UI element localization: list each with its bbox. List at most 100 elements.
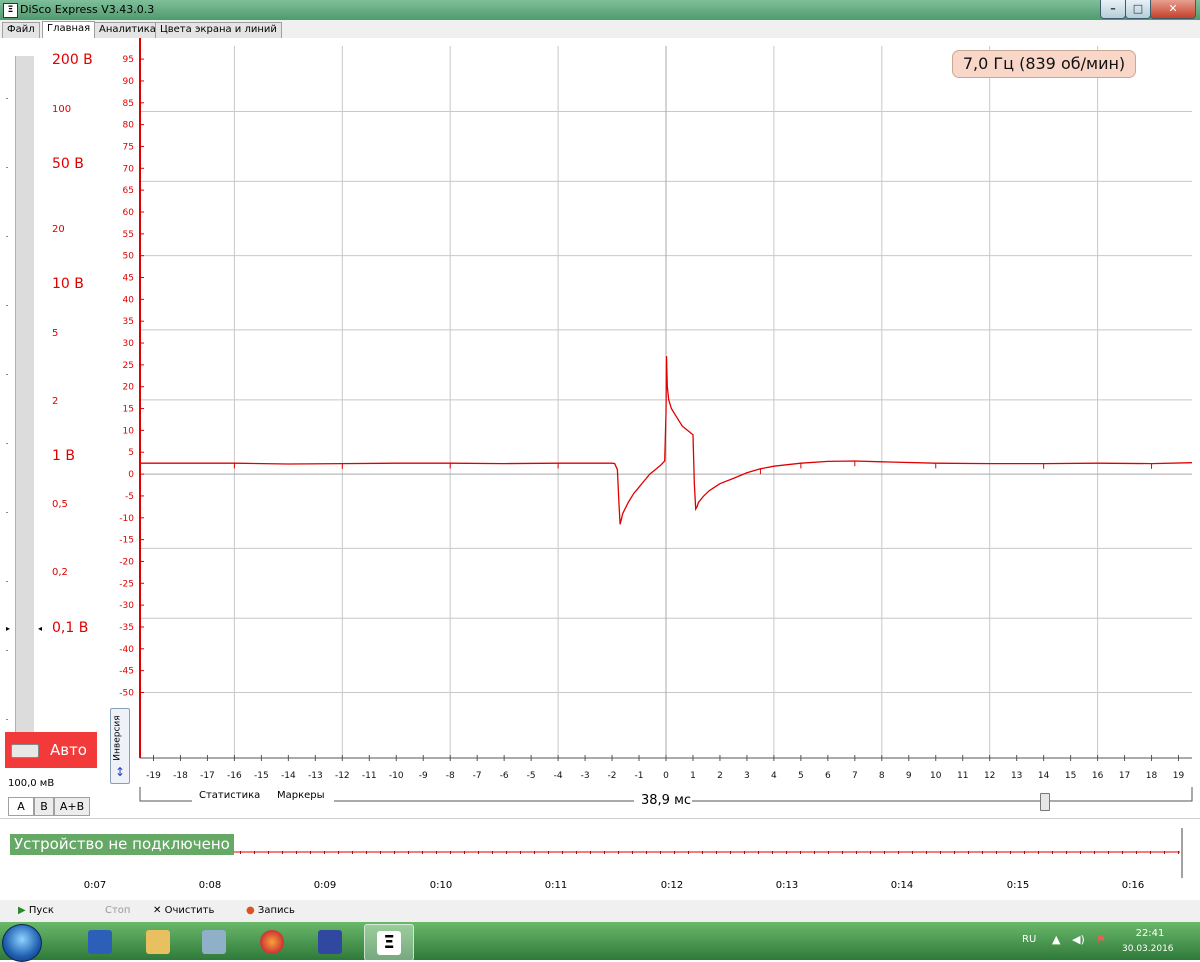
y-tick-label: -20 (119, 557, 134, 567)
overview-sample-mark (590, 851, 591, 854)
close-button[interactable]: ✕ (1150, 0, 1196, 19)
tray-language[interactable]: RU (1022, 934, 1036, 945)
overview-tick-label: 0:11 (544, 880, 568, 891)
overview-sample-mark (352, 851, 353, 854)
clear-button[interactable]: ✕ Очистить (153, 905, 214, 916)
voltage-scale-label[interactable]: 0,1 В (52, 620, 88, 636)
disco-icon: Ξ (377, 931, 401, 955)
overview-sample-mark (1108, 851, 1109, 854)
taskbar-disco[interactable]: Ξ (364, 924, 414, 961)
folder-icon (146, 930, 170, 954)
x-tick-label: -6 (500, 771, 509, 781)
tab-file[interactable]: Файл (2, 22, 40, 38)
overview-sample-mark (450, 851, 451, 854)
overview-tick-label: 0:12 (660, 880, 684, 891)
y-tick-label: 60 (123, 208, 135, 218)
y-tick-label: 5 (128, 448, 134, 458)
statistics-button[interactable]: Статистика (199, 790, 260, 801)
overview-sample-mark (912, 851, 913, 854)
tray-date[interactable]: 30.03.2016 (1122, 944, 1174, 954)
voltage-scale-label[interactable]: 1 В (52, 448, 75, 464)
timebase-value: 38,9 мс (640, 793, 693, 808)
y-tick-label: 90 (123, 77, 135, 87)
start-button[interactable]: ▶ Пуск (18, 905, 54, 916)
y-tick-label: 25 (123, 361, 134, 371)
y-tick-label: -45 (119, 667, 134, 677)
stop-button[interactable]: Стоп (105, 905, 130, 916)
maximize-button[interactable]: □ (1125, 0, 1151, 19)
tray-expand-icon[interactable]: ▲ (1052, 933, 1060, 946)
overview-tick-label: 0:09 (313, 880, 337, 891)
overview-sample-mark (968, 851, 969, 854)
overview-sample-mark (366, 851, 367, 854)
minimize-button[interactable]: – (1100, 0, 1126, 19)
level-marker-right-icon: ◂ (38, 624, 43, 633)
overview-sample-mark (1122, 851, 1123, 854)
voltage-scale-label[interactable]: 0,5 (52, 499, 68, 510)
x-tick-label: 18 (1146, 771, 1158, 781)
tab-colors[interactable]: Цвета экрана и линий (155, 22, 282, 38)
overview-sample-mark (1150, 851, 1151, 854)
slider-tick (6, 443, 8, 444)
voltage-scale-label[interactable]: 10 В (52, 276, 84, 292)
voltage-slider-track[interactable] (15, 56, 35, 746)
overview-sample-mark (394, 851, 395, 854)
voltage-scale-label[interactable]: 2 (52, 396, 58, 407)
tab-analytics[interactable]: Аналитика (94, 22, 161, 38)
channel-tab-a[interactable]: A (8, 797, 34, 816)
inversion-label: Инверсия (112, 715, 123, 761)
x-tick-label: 6 (825, 771, 831, 781)
x-tick-label: -15 (254, 771, 269, 781)
taskbar-firefox[interactable] (248, 924, 296, 959)
x-tick-label: 12 (984, 771, 995, 781)
frequency-readout: 7,0 Гц (839 об/мин) (952, 50, 1136, 78)
voltage-scale-label[interactable]: 20 (52, 224, 65, 235)
taskbar-network[interactable] (190, 924, 238, 959)
taskbar-word[interactable] (76, 924, 124, 959)
network-status-icon[interactable]: ⚑ (1096, 933, 1106, 946)
slider-tick (6, 581, 8, 582)
channel-tab-b[interactable]: B (34, 797, 54, 816)
overview-sample-mark (1010, 851, 1011, 854)
tab-main[interactable]: Главная (42, 21, 96, 39)
y-tick-label: -5 (125, 492, 134, 502)
voltage-slider-thumb[interactable] (11, 744, 39, 758)
updown-arrow-icon: ↕ (115, 765, 126, 779)
tray-clock[interactable]: 22:41 (1130, 928, 1170, 939)
x-tick-label: -14 (281, 771, 296, 781)
overview-sample-mark (296, 851, 297, 854)
record-icon: ● (246, 905, 255, 916)
taskbar-save[interactable] (306, 924, 354, 959)
overview-sample-mark (800, 851, 801, 854)
word-icon (88, 930, 112, 954)
oscillogram-chart[interactable]: 95908580757065605550454035302520151050-5… (104, 38, 1200, 808)
record-label: Запись (257, 905, 295, 916)
voltage-scale-label[interactable]: 0,2 (52, 567, 68, 578)
y-tick-label: 95 (123, 55, 134, 65)
taskbar-explorer[interactable] (134, 924, 182, 959)
y-tick-label: -15 (119, 536, 134, 546)
ribbon-tabs: Файл Главная Аналитика Цвета экрана и ли… (0, 20, 1200, 39)
overview-sample-mark (646, 851, 647, 854)
voltage-scale-label[interactable]: 200 В (52, 52, 93, 68)
y-tick-label: -50 (119, 688, 134, 698)
clear-label: Очистить (164, 905, 215, 916)
volume-icon[interactable]: ◀) (1072, 933, 1085, 946)
app-icon: Ξ (3, 3, 18, 18)
windows-start-button[interactable] (2, 924, 42, 962)
overview-sample-mark (254, 851, 255, 854)
voltage-scale-label[interactable]: 100 (52, 104, 71, 115)
record-button[interactable]: ● Запись (246, 905, 295, 916)
y-tick-label: 0 (128, 470, 134, 480)
voltage-scale-label[interactable]: 5 (52, 328, 58, 339)
voltage-scale-label[interactable]: 50 В (52, 156, 84, 172)
inversion-button[interactable]: Инверсия ↕ (110, 708, 130, 784)
markers-button[interactable]: Маркеры (277, 790, 325, 801)
overview-sample-mark (548, 851, 549, 854)
x-tick-label: -13 (308, 771, 323, 781)
overview-tick-label: 0:08 (198, 880, 222, 891)
overview-sample-mark (842, 851, 843, 854)
channel-tab-a-plus-b[interactable]: A+B (54, 797, 90, 816)
timebase-slider-thumb[interactable] (1040, 793, 1050, 811)
overview-tick-label: 0:13 (775, 880, 799, 891)
